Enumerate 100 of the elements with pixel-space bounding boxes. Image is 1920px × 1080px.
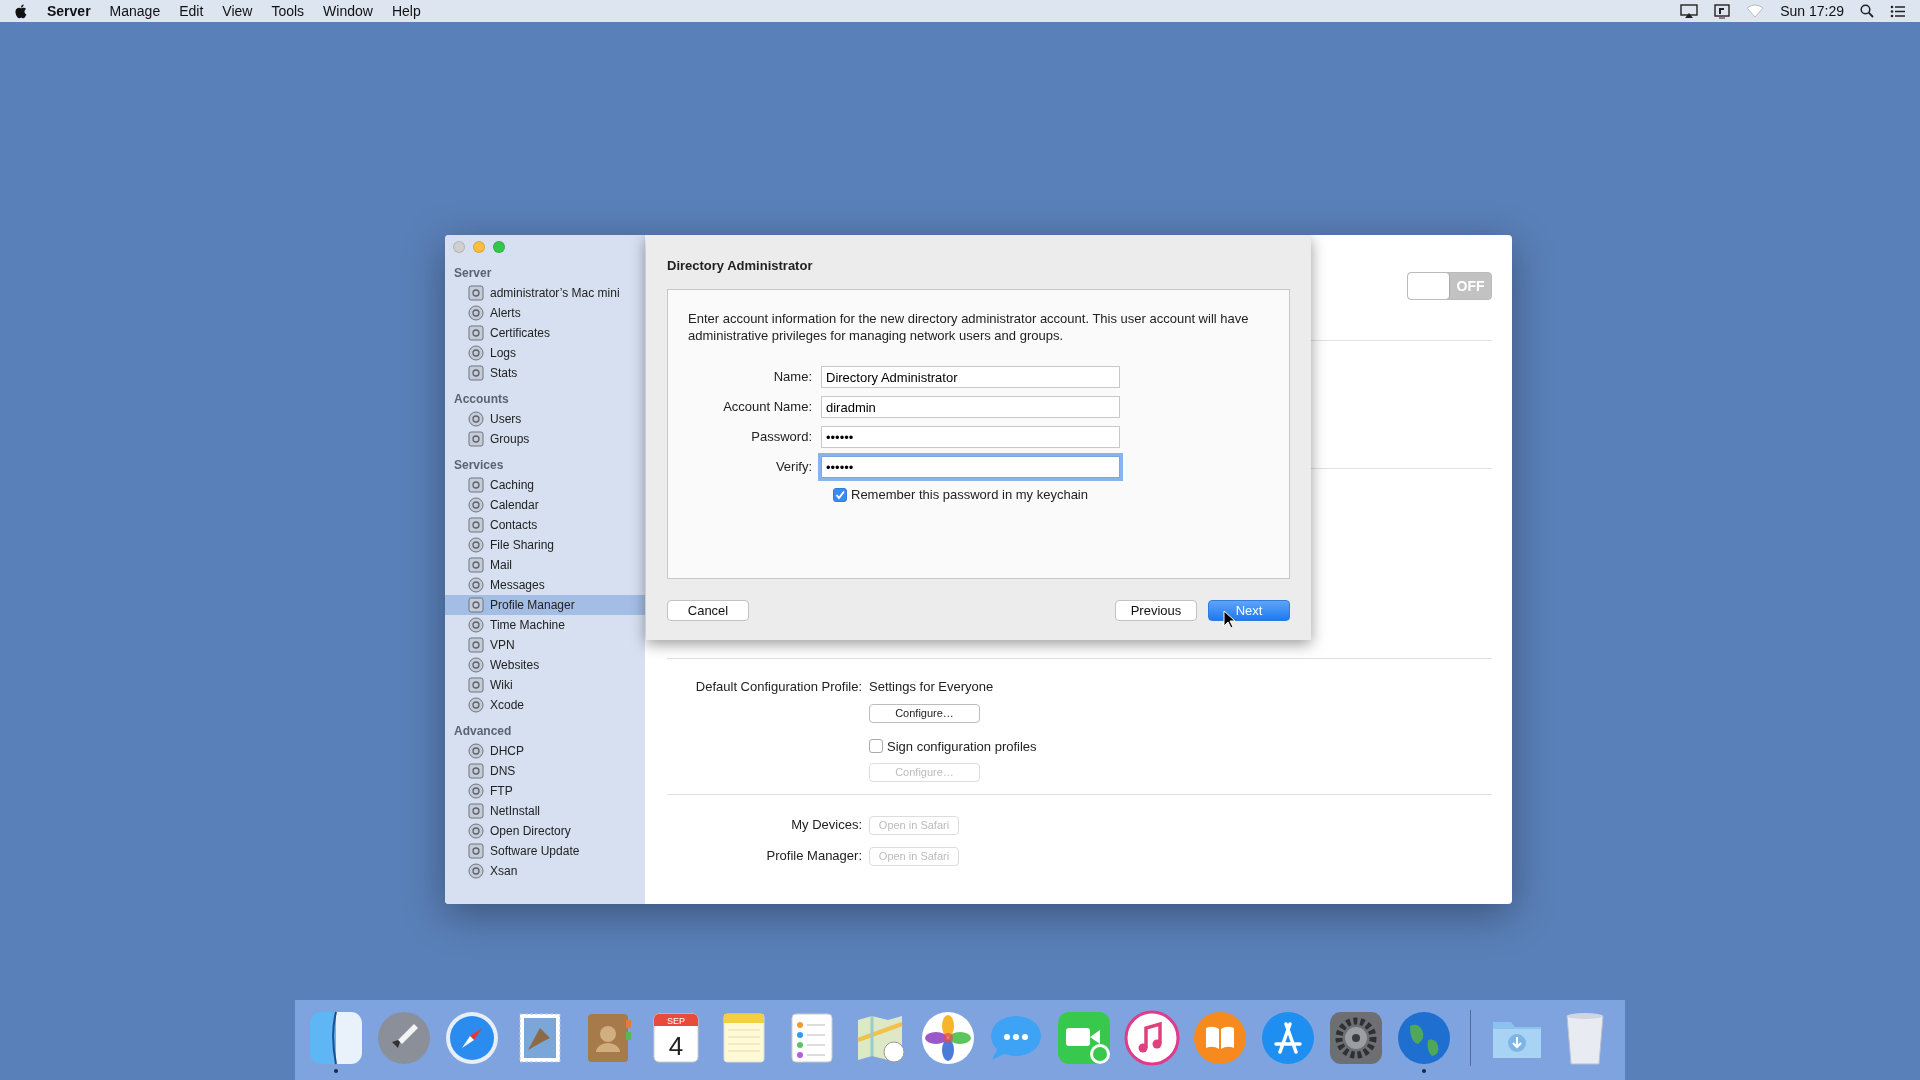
item-icon xyxy=(468,637,484,653)
sidebar-item[interactable]: Contacts xyxy=(445,515,645,535)
sidebar-item[interactable]: Xcode xyxy=(445,695,645,715)
item-icon xyxy=(468,577,484,593)
field-label: Verify: xyxy=(774,458,813,477)
item-icon xyxy=(468,743,484,759)
item-icon xyxy=(468,657,484,673)
sidebar-item[interactable]: Profile Manager xyxy=(445,595,645,615)
item-icon xyxy=(468,783,484,799)
split-square-icon[interactable] xyxy=(307,1010,364,1066)
sidebar-item[interactable]: Calendar xyxy=(445,495,645,515)
item-icon xyxy=(468,677,484,693)
sidebar-item[interactable]: Groups xyxy=(445,429,645,449)
sidebar-item[interactable]: administrator’s Mac mini xyxy=(445,283,645,303)
sidebar-item[interactable]: NetInstall xyxy=(445,801,645,821)
globe-icon[interactable] xyxy=(1395,1010,1452,1066)
checkbox[interactable] xyxy=(833,487,847,502)
sidebar-item[interactable]: Users xyxy=(445,409,645,429)
field-value: Settings for Everyone xyxy=(869,678,995,696)
field-label: Profile Manager: xyxy=(765,847,862,866)
airplay-icon[interactable] xyxy=(1680,3,1699,19)
sidebar-item[interactable]: Messages xyxy=(445,575,645,595)
zoom-button[interactable] xyxy=(493,241,505,253)
sidebar-item[interactable]: Logs xyxy=(445,343,645,363)
item-icon xyxy=(468,697,484,713)
sidebar-item[interactable]: File Sharing xyxy=(445,535,645,555)
item-icon xyxy=(468,597,484,613)
item-icon xyxy=(468,325,484,341)
field-label: My Devices: xyxy=(790,816,862,835)
item-icon xyxy=(468,411,484,427)
item-icon xyxy=(468,431,484,447)
item-icon xyxy=(468,617,484,633)
item-icon xyxy=(468,557,484,573)
input-field[interactable]: Directory Administrator xyxy=(821,366,1120,388)
item-icon xyxy=(468,477,484,493)
input-field[interactable]: •••••• xyxy=(821,426,1120,448)
menu-icon[interactable] xyxy=(1890,4,1906,18)
menu-item[interactable]: Tools xyxy=(271,0,305,22)
sidebar-item[interactable]: VPN xyxy=(445,635,645,655)
minimize-button[interactable] xyxy=(473,241,485,253)
sidebar-item[interactable]: Software Update xyxy=(445,841,645,861)
wifi-icon[interactable] xyxy=(1746,4,1765,18)
configure-button[interactable]: Configure… xyxy=(869,703,980,723)
item-icon xyxy=(468,517,484,533)
dialog-button[interactable]: Cancel xyxy=(667,600,749,621)
cursor-icon xyxy=(1223,610,1237,630)
field-label: Password: xyxy=(750,428,813,447)
open-book-icon[interactable] xyxy=(1191,1010,1248,1066)
sidebar-item[interactable]: Wiki xyxy=(445,675,645,695)
input-field[interactable]: •••••• xyxy=(821,456,1120,478)
item-icon xyxy=(468,285,484,301)
menu-item[interactable]: Window xyxy=(323,0,373,22)
item-icon xyxy=(468,365,484,381)
compass-icon[interactable] xyxy=(443,1010,500,1066)
field-label: Name: xyxy=(772,368,813,387)
section-header: Accounts xyxy=(453,391,510,408)
item-icon xyxy=(468,863,484,879)
video-camera-icon[interactable] xyxy=(1055,1010,1112,1066)
input-field[interactable]: diradmin xyxy=(821,396,1120,418)
sidebar-item[interactable]: FTP xyxy=(445,781,645,801)
checkbox-label: Remember this password in my keychain xyxy=(851,486,1088,504)
item-icon xyxy=(468,843,484,859)
checkbox[interactable] xyxy=(869,739,883,754)
sidebar-item[interactable]: Caching xyxy=(445,475,645,495)
description: Enter account information for the new directory administrator account. This user account will have administrative privileges for managing network users and groups. xyxy=(688,310,1250,344)
sidebar-item[interactable]: Websites xyxy=(445,655,645,675)
menu-item[interactable]: View xyxy=(222,0,253,22)
gear-icon[interactable] xyxy=(1327,1010,1384,1066)
menu-item[interactable]: Edit xyxy=(179,0,204,22)
sidebar-item[interactable]: DHCP xyxy=(445,741,645,761)
item-icon xyxy=(468,345,484,361)
sidebar-item[interactable]: Stats xyxy=(445,363,645,383)
music-note-icon[interactable] xyxy=(1123,1010,1180,1066)
apple-icon[interactable] xyxy=(14,3,28,19)
monitor-icon[interactable] xyxy=(1714,3,1731,19)
sidebar-item[interactable]: DNS xyxy=(445,761,645,781)
item-icon xyxy=(468,763,484,779)
clock[interactable]: Sun 17:29 xyxy=(1780,0,1844,22)
dialog-button[interactable]: Previous xyxy=(1115,600,1197,621)
app-menu[interactable]: Server xyxy=(47,0,91,22)
sidebar-item[interactable]: Alerts xyxy=(445,303,645,323)
a-shape-icon[interactable] xyxy=(1259,1010,1316,1066)
flower-icon[interactable] xyxy=(919,1010,976,1066)
menu-item[interactable]: Manage xyxy=(109,0,161,22)
search-icon[interactable] xyxy=(1860,4,1874,18)
item-icon xyxy=(468,497,484,513)
item-icon xyxy=(468,305,484,321)
item-icon xyxy=(468,803,484,819)
field-label: Default Configuration Profile: xyxy=(694,678,862,696)
sidebar-item[interactable]: Mail xyxy=(445,555,645,575)
sidebar-item[interactable]: Certificates xyxy=(445,323,645,343)
item-icon xyxy=(468,823,484,839)
sidebar-item[interactable]: Xsan xyxy=(445,861,645,881)
menu-item[interactable]: Help xyxy=(391,0,421,22)
section-header: Advanced xyxy=(453,723,513,740)
sidebar-item[interactable]: Open Directory xyxy=(445,821,645,841)
section-header: Services xyxy=(453,457,505,474)
section-header: Server xyxy=(453,265,493,282)
close-button[interactable] xyxy=(453,241,465,253)
sidebar-item[interactable]: Time Machine xyxy=(445,615,645,635)
